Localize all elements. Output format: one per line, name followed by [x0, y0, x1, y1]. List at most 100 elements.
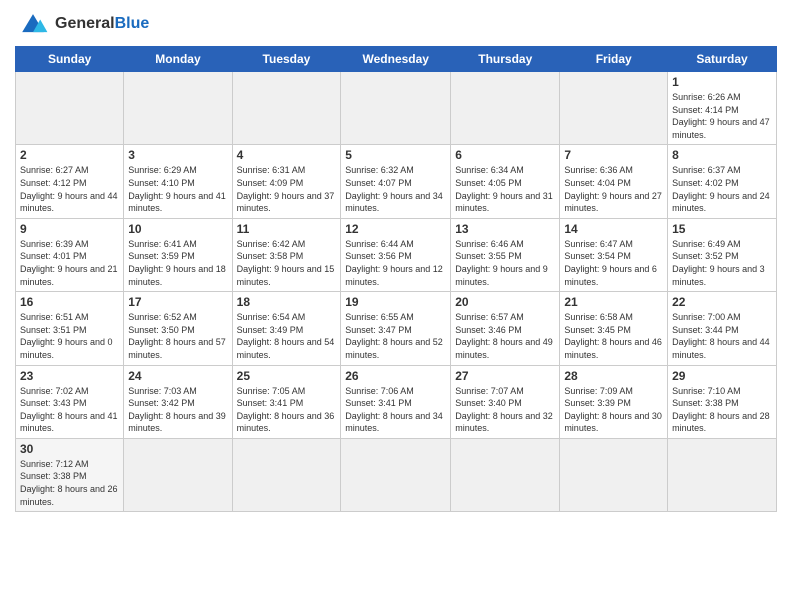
day-number: 5 — [345, 148, 446, 162]
week-row-4: 23 Sunrise: 7:02 AM Sunset: 3:43 PM Dayli… — [16, 365, 777, 438]
day-number: 1 — [672, 75, 772, 89]
day-number: 8 — [672, 148, 772, 162]
day-info: Sunrise: 6:44 AM Sunset: 3:56 PM Dayligh… — [345, 238, 446, 288]
day-cell: 22 Sunrise: 7:00 AM Sunset: 3:44 PM Dayli… — [668, 292, 777, 365]
day-cell: 27 Sunrise: 7:07 AM Sunset: 3:40 PM Dayli… — [451, 365, 560, 438]
logo-text: GeneralBlue — [55, 15, 149, 33]
day-cell: 9 Sunrise: 6:39 AM Sunset: 4:01 PM Daylig… — [16, 218, 124, 291]
day-info: Sunrise: 6:32 AM Sunset: 4:07 PM Dayligh… — [345, 164, 446, 214]
day-cell: 1Sunrise: 6:26 AM Sunset: 4:14 PM Daylig… — [668, 72, 777, 145]
week-row-0: 1Sunrise: 6:26 AM Sunset: 4:14 PM Daylig… — [16, 72, 777, 145]
day-cell: 30Sunrise: 7:12 AM Sunset: 3:38 PM Dayli… — [16, 438, 124, 511]
day-number: 14 — [564, 222, 663, 236]
day-cell: 7Sunrise: 6:36 AM Sunset: 4:04 PM Daylig… — [560, 145, 668, 218]
day-cell — [232, 438, 341, 511]
day-info: Sunrise: 6:37 AM Sunset: 4:02 PM Dayligh… — [672, 164, 772, 214]
day-info: Sunrise: 6:39 AM Sunset: 4:01 PM Dayligh… — [20, 238, 119, 288]
day-info: Sunrise: 6:54 AM Sunset: 3:49 PM Dayligh… — [237, 311, 337, 361]
day-cell: 18 Sunrise: 6:54 AM Sunset: 3:49 PM Dayli… — [232, 292, 341, 365]
day-info: Sunrise: 6:57 AM Sunset: 3:46 PM Dayligh… — [455, 311, 555, 361]
day-number: 11 — [237, 222, 337, 236]
day-number: 28 — [564, 369, 663, 383]
day-cell: 28 Sunrise: 7:09 AM Sunset: 3:39 PM Dayli… — [560, 365, 668, 438]
day-info: Sunrise: 7:10 AM Sunset: 3:38 PM Dayligh… — [672, 385, 772, 435]
page: GeneralBlue SundayMondayTuesdayWednesday… — [0, 0, 792, 612]
day-cell — [124, 72, 232, 145]
day-number: 21 — [564, 295, 663, 309]
day-info: Sunrise: 7:07 AM Sunset: 3:40 PM Dayligh… — [455, 385, 555, 435]
day-cell: 16 Sunrise: 6:51 AM Sunset: 3:51 PM Dayli… — [16, 292, 124, 365]
day-info: Sunrise: 7:00 AM Sunset: 3:44 PM Dayligh… — [672, 311, 772, 361]
day-cell: 25 Sunrise: 7:05 AM Sunset: 3:41 PM Dayli… — [232, 365, 341, 438]
day-number: 18 — [237, 295, 337, 309]
day-cell: 13Sunrise: 6:46 AM Sunset: 3:55 PM Dayli… — [451, 218, 560, 291]
day-cell — [124, 438, 232, 511]
day-info: Sunrise: 6:27 AM Sunset: 4:12 PM Dayligh… — [20, 164, 119, 214]
day-cell: 5 Sunrise: 6:32 AM Sunset: 4:07 PM Daylig… — [341, 145, 451, 218]
day-info: Sunrise: 6:34 AM Sunset: 4:05 PM Dayligh… — [455, 164, 555, 214]
day-number: 7 — [564, 148, 663, 162]
calendar: SundayMondayTuesdayWednesdayThursdayFrid… — [15, 46, 777, 512]
weekday-header-friday: Friday — [560, 47, 668, 72]
day-number: 26 — [345, 369, 446, 383]
day-number: 10 — [128, 222, 227, 236]
day-info: Sunrise: 6:58 AM Sunset: 3:45 PM Dayligh… — [564, 311, 663, 361]
week-row-3: 16 Sunrise: 6:51 AM Sunset: 3:51 PM Dayli… — [16, 292, 777, 365]
day-number: 6 — [455, 148, 555, 162]
day-cell: 12 Sunrise: 6:44 AM Sunset: 3:56 PM Dayli… — [341, 218, 451, 291]
week-row-5: 30Sunrise: 7:12 AM Sunset: 3:38 PM Dayli… — [16, 438, 777, 511]
day-cell: 15 Sunrise: 6:49 AM Sunset: 3:52 PM Dayli… — [668, 218, 777, 291]
weekday-header-thursday: Thursday — [451, 47, 560, 72]
day-number: 15 — [672, 222, 772, 236]
day-number: 3 — [128, 148, 227, 162]
day-info: Sunrise: 7:05 AM Sunset: 3:41 PM Dayligh… — [237, 385, 337, 435]
weekday-header-wednesday: Wednesday — [341, 47, 451, 72]
day-info: Sunrise: 6:29 AM Sunset: 4:10 PM Dayligh… — [128, 164, 227, 214]
logo: GeneralBlue — [15, 10, 149, 38]
day-number: 22 — [672, 295, 772, 309]
day-cell — [451, 72, 560, 145]
weekday-header-row: SundayMondayTuesdayWednesdayThursdayFrid… — [16, 47, 777, 72]
day-cell: 21 Sunrise: 6:58 AM Sunset: 3:45 PM Dayli… — [560, 292, 668, 365]
day-cell: 24Sunrise: 7:03 AM Sunset: 3:42 PM Dayli… — [124, 365, 232, 438]
day-number: 23 — [20, 369, 119, 383]
day-info: Sunrise: 6:51 AM Sunset: 3:51 PM Dayligh… — [20, 311, 119, 361]
day-info: Sunrise: 6:49 AM Sunset: 3:52 PM Dayligh… — [672, 238, 772, 288]
logo-icon — [15, 10, 51, 38]
weekday-header-tuesday: Tuesday — [232, 47, 341, 72]
day-cell — [560, 72, 668, 145]
day-cell: 20 Sunrise: 6:57 AM Sunset: 3:46 PM Dayli… — [451, 292, 560, 365]
day-number: 30 — [20, 442, 119, 456]
day-cell — [341, 72, 451, 145]
day-info: Sunrise: 7:06 AM Sunset: 3:41 PM Dayligh… — [345, 385, 446, 435]
week-row-1: 2 Sunrise: 6:27 AM Sunset: 4:12 PM Daylig… — [16, 145, 777, 218]
day-cell: 19Sunrise: 6:55 AM Sunset: 3:47 PM Dayli… — [341, 292, 451, 365]
day-info: Sunrise: 6:41 AM Sunset: 3:59 PM Dayligh… — [128, 238, 227, 288]
day-info: Sunrise: 7:02 AM Sunset: 3:43 PM Dayligh… — [20, 385, 119, 435]
day-cell: 29 Sunrise: 7:10 AM Sunset: 3:38 PM Dayli… — [668, 365, 777, 438]
day-cell: 6 Sunrise: 6:34 AM Sunset: 4:05 PM Daylig… — [451, 145, 560, 218]
day-cell — [451, 438, 560, 511]
day-cell: 10 Sunrise: 6:41 AM Sunset: 3:59 PM Dayli… — [124, 218, 232, 291]
day-number: 27 — [455, 369, 555, 383]
day-info: Sunrise: 7:09 AM Sunset: 3:39 PM Dayligh… — [564, 385, 663, 435]
day-cell: 11Sunrise: 6:42 AM Sunset: 3:58 PM Dayli… — [232, 218, 341, 291]
day-cell — [232, 72, 341, 145]
day-info: Sunrise: 7:03 AM Sunset: 3:42 PM Dayligh… — [128, 385, 227, 435]
day-cell: 3 Sunrise: 6:29 AM Sunset: 4:10 PM Daylig… — [124, 145, 232, 218]
day-cell: 4Sunrise: 6:31 AM Sunset: 4:09 PM Daylig… — [232, 145, 341, 218]
day-number: 13 — [455, 222, 555, 236]
day-number: 20 — [455, 295, 555, 309]
day-number: 16 — [20, 295, 119, 309]
day-cell — [16, 72, 124, 145]
day-number: 17 — [128, 295, 227, 309]
week-row-2: 9 Sunrise: 6:39 AM Sunset: 4:01 PM Daylig… — [16, 218, 777, 291]
day-cell: 17Sunrise: 6:52 AM Sunset: 3:50 PM Dayli… — [124, 292, 232, 365]
day-number: 29 — [672, 369, 772, 383]
day-number: 25 — [237, 369, 337, 383]
day-number: 12 — [345, 222, 446, 236]
day-cell: 2 Sunrise: 6:27 AM Sunset: 4:12 PM Daylig… — [16, 145, 124, 218]
day-number: 9 — [20, 222, 119, 236]
day-number: 2 — [20, 148, 119, 162]
day-number: 4 — [237, 148, 337, 162]
